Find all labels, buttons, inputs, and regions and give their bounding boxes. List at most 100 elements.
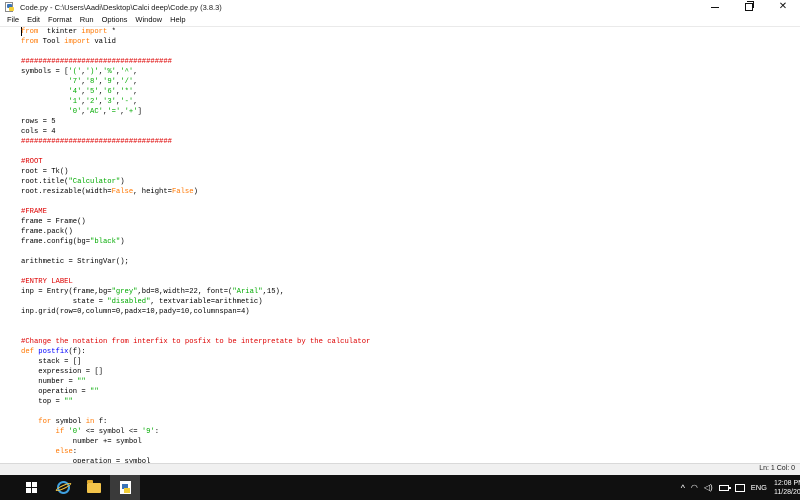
taskbar-python-idle[interactable] xyxy=(110,475,140,500)
code-line[interactable]: from tkinter import * xyxy=(18,27,800,37)
code-token: '(' xyxy=(68,68,82,76)
code-token: '=' xyxy=(107,108,121,116)
menu-window[interactable]: Window xyxy=(131,14,166,26)
code-line[interactable]: for symbol in f: xyxy=(18,417,800,427)
code-token: '%' xyxy=(103,68,116,76)
code-token: valid xyxy=(90,38,116,46)
volume-icon[interactable]: ◁) xyxy=(704,483,713,492)
code-line[interactable] xyxy=(18,317,800,327)
code-line[interactable]: root = Tk() xyxy=(18,167,800,177)
minimize-button[interactable] xyxy=(698,0,732,14)
code-token: '2' xyxy=(85,98,99,106)
menu-help[interactable]: Help xyxy=(166,14,189,26)
code-token: ] xyxy=(137,108,142,116)
code-line[interactable] xyxy=(18,267,800,277)
clock[interactable]: 12:08 PM 11/28/2020 xyxy=(774,479,800,497)
code-token: , textvariable=arithmetic) xyxy=(150,298,263,306)
chevron-up-icon[interactable]: ^ xyxy=(681,483,685,493)
code-line[interactable]: number = "" xyxy=(18,377,800,387)
code-line[interactable]: '0','AC','=','+'] xyxy=(18,107,800,117)
code-line[interactable]: top = "" xyxy=(18,397,800,407)
code-line[interactable]: def postfix(f): xyxy=(18,347,800,357)
menu-run[interactable]: Run xyxy=(76,14,98,26)
code-token: import xyxy=(81,28,108,36)
code-token: '0' xyxy=(68,428,82,436)
code-token: from xyxy=(21,38,39,46)
code-line[interactable]: #Change the notation from interfix to po… xyxy=(18,337,800,347)
code-line[interactable]: expression = [] xyxy=(18,367,800,377)
start-button[interactable] xyxy=(17,475,47,500)
code-line[interactable]: frame.config(bg="black") xyxy=(18,237,800,247)
taskbar-file-explorer[interactable] xyxy=(79,475,109,500)
code-line[interactable] xyxy=(18,197,800,207)
code-line[interactable]: #FRAME xyxy=(18,207,800,217)
code-token: * xyxy=(107,28,116,36)
menu-format[interactable]: Format xyxy=(44,14,76,26)
menu-options[interactable]: Options xyxy=(98,14,132,26)
code-token: #ROOT xyxy=(21,158,43,166)
code-line[interactable]: '7','8','9','/', xyxy=(18,77,800,87)
code-line[interactable]: root.resizable(width=False, height=False… xyxy=(18,187,800,197)
code-line[interactable]: ################################### xyxy=(18,137,800,147)
folder-icon xyxy=(87,479,101,493)
keyboard-icon[interactable] xyxy=(734,483,745,492)
code-line[interactable]: from Tool import valid xyxy=(18,37,800,47)
code-token: ) xyxy=(120,238,125,246)
code-token: else xyxy=(55,448,73,456)
close-icon: ✕ xyxy=(778,1,788,12)
language-indicator[interactable]: ENG xyxy=(751,483,767,492)
code-token: Tool xyxy=(38,38,65,46)
menu-bar: File Edit Format Run Options Window Help xyxy=(0,14,800,27)
code-token: '6' xyxy=(103,88,116,96)
code-line[interactable]: frame = Frame() xyxy=(18,217,800,227)
code-line[interactable]: cols = 4 xyxy=(18,127,800,137)
taskbar-internet-explorer[interactable] xyxy=(48,475,78,500)
code-line[interactable]: state = "disabled", textvariable=arithme… xyxy=(18,297,800,307)
code-token: "black" xyxy=(90,238,121,246)
code-line[interactable]: '1','2','3','-', xyxy=(18,97,800,107)
code-line[interactable]: #ROOT xyxy=(18,157,800,167)
menu-edit[interactable]: Edit xyxy=(23,14,44,26)
code-token: inp.grid(row=0,column=0,padx=10,pady=10,… xyxy=(21,308,250,316)
code-line[interactable]: #ENTRY LABEL xyxy=(18,277,800,287)
code-line[interactable]: inp = Entry(frame,bg="grey",bd=8,width=2… xyxy=(18,287,800,297)
code-line[interactable] xyxy=(18,147,800,157)
code-line[interactable] xyxy=(18,47,800,57)
battery-icon[interactable] xyxy=(718,484,731,491)
code-token: symbols = [ xyxy=(21,68,69,76)
code-line[interactable]: root.title("Calculator") xyxy=(18,177,800,187)
code-line[interactable]: inp.grid(row=0,column=0,padx=10,pady=10,… xyxy=(18,307,800,317)
code-token: #FRAME xyxy=(21,208,47,216)
taskbar: ^ ◠ ◁) ENG 12:08 PM 11/28/2020 xyxy=(0,475,800,500)
code-line[interactable]: else: xyxy=(18,447,800,457)
code-token: frame.pack() xyxy=(21,228,73,236)
code-line[interactable]: ################################### xyxy=(18,57,800,67)
code-line[interactable]: stack = [] xyxy=(18,357,800,367)
code-line[interactable]: arithmetic = StringVar(); xyxy=(18,257,800,267)
wifi-icon[interactable]: ◠ xyxy=(691,483,698,492)
code-line[interactable]: rows = 5 xyxy=(18,117,800,127)
maximize-button[interactable] xyxy=(732,0,766,14)
menu-file[interactable]: File xyxy=(0,14,23,26)
code-line[interactable]: '4','5','6','*', xyxy=(18,87,800,97)
code-line[interactable]: if '0' <= symbol <= '9': xyxy=(18,427,800,437)
code-line[interactable] xyxy=(18,407,800,417)
code-line[interactable]: frame.pack() xyxy=(18,227,800,237)
code-line[interactable] xyxy=(18,247,800,257)
code-line[interactable]: number += symbol xyxy=(18,437,800,447)
code-editor[interactable]: from tkinter import * from Tool import va… xyxy=(18,27,800,463)
system-tray: ^ ◠ ◁) ENG 12:08 PM 11/28/2020 xyxy=(681,475,800,500)
code-token: "" xyxy=(64,398,73,406)
code-line[interactable]: symbols = ['(',')','%','^', xyxy=(18,67,800,77)
close-button[interactable]: ✕ xyxy=(766,0,800,14)
clock-date: 11/28/2020 xyxy=(774,488,800,496)
window-controls: ✕ xyxy=(698,0,800,14)
code-line[interactable] xyxy=(18,327,800,337)
python-idle-icon xyxy=(119,481,132,494)
code-line[interactable]: operation = "" xyxy=(18,387,800,397)
code-token: '1' xyxy=(68,98,82,106)
code-token: '*' xyxy=(120,88,134,96)
idle-app-icon xyxy=(4,1,15,13)
